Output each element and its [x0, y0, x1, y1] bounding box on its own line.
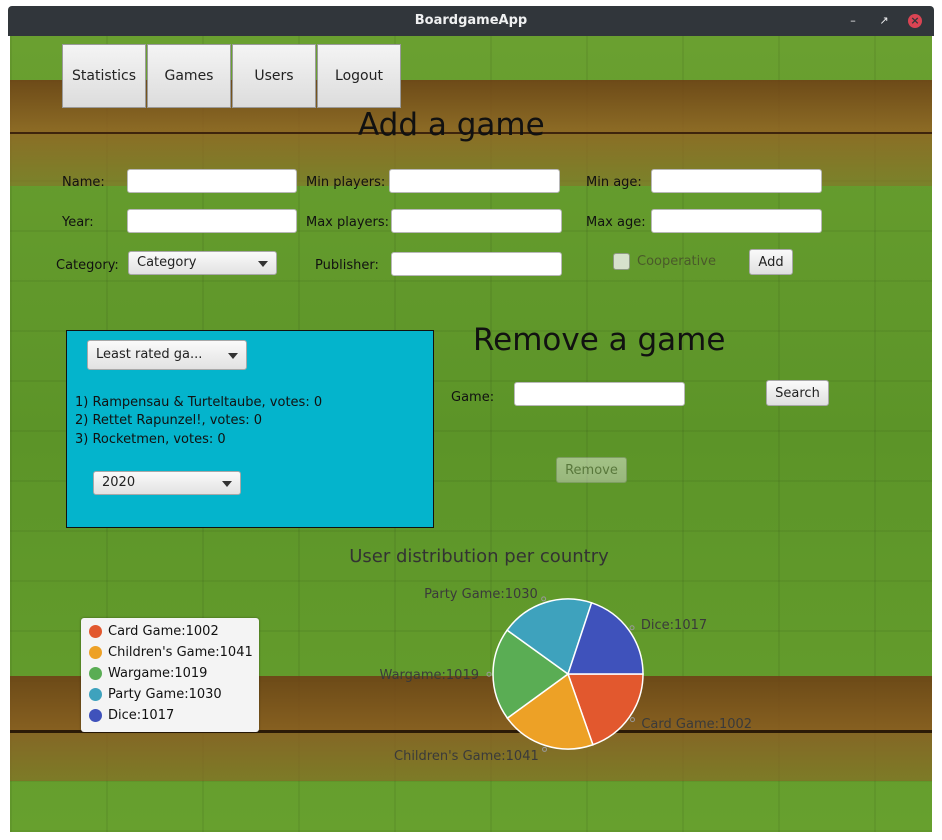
- max-age-label: Max age:: [586, 215, 646, 230]
- chevron-down-icon: [222, 481, 232, 487]
- slice-label-marker: [629, 625, 635, 631]
- name-label: Name:: [62, 175, 105, 190]
- close-icon[interactable]: ×: [908, 14, 922, 28]
- remove-game-heading: Remove a game: [473, 322, 726, 358]
- publisher-input[interactable]: [391, 252, 562, 276]
- game-search-input[interactable]: [514, 382, 685, 406]
- legend-label: Children's Game:1041: [108, 645, 253, 660]
- add-game-heading: Add a game: [358, 107, 545, 143]
- nav-users-button[interactable]: Users: [232, 44, 316, 108]
- list-item: 3) Rocketmen, votes: 0: [75, 432, 226, 447]
- legend-item: Card Game:1002: [89, 624, 219, 639]
- pie-slice: [506, 598, 593, 676]
- add-button[interactable]: Add: [749, 249, 793, 275]
- window-titlebar: BoardgameApp – ↗ ×: [8, 6, 934, 36]
- legend-item: Dice:1017: [89, 708, 174, 723]
- maximize-icon[interactable]: ↗: [877, 14, 891, 28]
- list-item: 2) Rettet Rapunzel!, votes: 0: [75, 413, 262, 428]
- min-age-input[interactable]: [651, 169, 822, 193]
- list-item-rank: 3): [75, 432, 89, 447]
- legend-item: Wargame:1019: [89, 666, 207, 681]
- search-button[interactable]: Search: [766, 380, 829, 406]
- legend-label: Dice:1017: [108, 708, 175, 723]
- slice-label-marker: [486, 671, 492, 677]
- pie-slice: [492, 629, 570, 720]
- year-select[interactable]: 2020: [93, 471, 241, 495]
- chart-legend: Card Game:1002 Children's Game:1041 Warg…: [81, 618, 259, 732]
- category-select-value: Category: [137, 255, 197, 270]
- legend-dot: [89, 667, 102, 680]
- legend-dot: [89, 646, 102, 659]
- year-input[interactable]: [127, 209, 297, 233]
- year-label: Year:: [62, 215, 94, 230]
- chart-title: User distribution per country: [349, 546, 609, 567]
- cooperative-checkbox[interactable]: [613, 253, 630, 270]
- slice-label: Children's Game:1041: [394, 749, 539, 764]
- list-item-rank: 2): [75, 413, 89, 428]
- slice-label-marker: [629, 717, 635, 723]
- max-age-input[interactable]: [651, 209, 822, 233]
- game-label: Game:: [451, 390, 495, 405]
- slice-label: Dice:1017: [641, 618, 707, 633]
- publisher-label: Publisher:: [315, 258, 379, 273]
- stats-panel: Least rated ga... 1) Rampensau & Turtelt…: [66, 330, 434, 528]
- legend-dot: [89, 688, 102, 701]
- list-item: 1) Rampensau & Turteltaube, votes: 0: [75, 395, 322, 410]
- minimize-icon[interactable]: –: [846, 14, 860, 28]
- pie-slice: [566, 601, 644, 675]
- slice-label-marker: [541, 596, 547, 602]
- slice-label: Party Game:1030: [424, 587, 538, 602]
- nav-statistics-button[interactable]: Statistics: [62, 44, 146, 108]
- legend-dot: [89, 709, 102, 722]
- cooperative-label: Cooperative: [637, 254, 716, 269]
- legend-item: Party Game:1030: [89, 687, 222, 702]
- nav-games-button[interactable]: Games: [147, 44, 231, 108]
- list-item-text: Rettet Rapunzel!, votes: 0: [92, 413, 263, 428]
- category-select[interactable]: Category: [128, 251, 277, 275]
- legend-item: Children's Game:1041: [89, 645, 253, 660]
- category-label: Category:: [56, 258, 119, 273]
- max-players-label: Max players:: [306, 215, 390, 230]
- min-age-label: Min age:: [586, 175, 642, 190]
- slice-label: Card Game:1002: [641, 717, 752, 732]
- slice-label-marker: [542, 746, 548, 752]
- list-item-rank: 1): [75, 395, 89, 410]
- pie-slice: [506, 672, 594, 750]
- legend-dot: [89, 625, 102, 638]
- name-input[interactable]: [127, 169, 297, 193]
- min-players-label: Min players:: [306, 175, 386, 190]
- list-item-text: Rampensau & Turteltaube, votes: 0: [92, 395, 323, 410]
- nav-logout-button[interactable]: Logout: [317, 44, 401, 108]
- legend-label: Party Game:1030: [108, 687, 222, 702]
- list-item-text: Rocketmen, votes: 0: [92, 432, 226, 447]
- app-content: Statistics Games Users Logout Add a game…: [10, 36, 932, 832]
- pie-slice: [566, 673, 644, 746]
- max-players-input[interactable]: [391, 209, 562, 233]
- rating-sort-select[interactable]: Least rated ga...: [87, 340, 247, 370]
- chevron-down-icon: [228, 353, 238, 359]
- window-title: BoardgameApp: [414, 13, 528, 28]
- rating-sort-value: Least rated ga...: [96, 347, 203, 362]
- min-players-input[interactable]: [389, 169, 560, 193]
- slice-label: Wargame:1019: [380, 668, 479, 683]
- legend-label: Wargame:1019: [108, 666, 208, 681]
- year-select-value: 2020: [102, 475, 136, 490]
- legend-label: Card Game:1002: [108, 624, 219, 639]
- chevron-down-icon: [258, 261, 268, 267]
- remove-button[interactable]: Remove: [556, 457, 627, 483]
